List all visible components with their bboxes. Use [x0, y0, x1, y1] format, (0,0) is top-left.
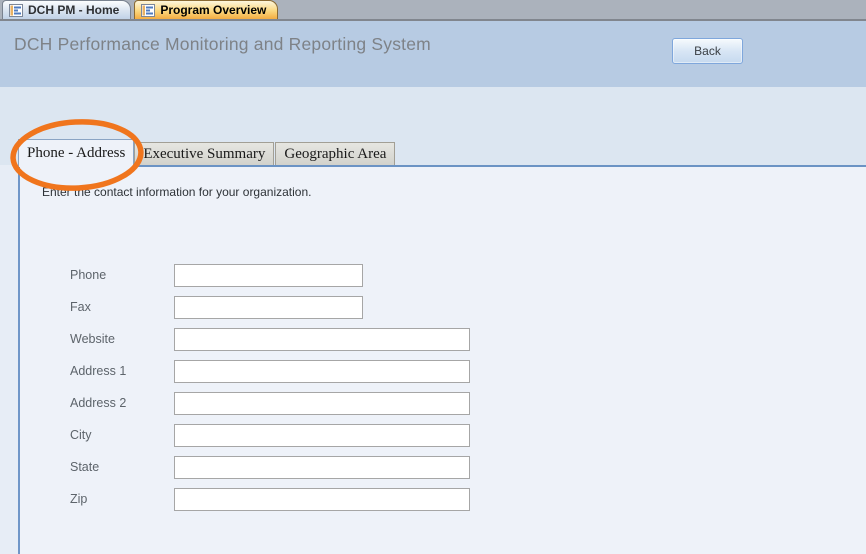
address2-label: Address 2 — [70, 392, 126, 415]
tab-strip-band: Phone - Address Executive Summary Geogra… — [0, 87, 866, 165]
website-input[interactable] — [174, 328, 470, 351]
doc-tab-program-overview[interactable]: Program Overview — [134, 0, 278, 19]
sub-tab-strip: Phone - Address Executive Summary Geogra… — [18, 139, 396, 167]
address1-input[interactable] — [174, 360, 470, 383]
back-button[interactable]: Back — [672, 38, 743, 64]
address1-label: Address 1 — [70, 360, 126, 383]
state-input[interactable] — [174, 456, 470, 479]
tab-executive-summary[interactable]: Executive Summary — [134, 142, 274, 165]
doc-tab-label: DCH PM - Home — [28, 3, 119, 17]
form-row-fax: Fax — [20, 296, 866, 319]
fax-label: Fax — [70, 296, 91, 319]
form-row-zip: Zip — [20, 488, 866, 511]
left-margin-strip — [0, 165, 18, 554]
city-input[interactable] — [174, 424, 470, 447]
form-row-address1: Address 1 — [20, 360, 866, 383]
access-window: DCH PM - Home Program Overview DCH Perfo… — [0, 0, 866, 554]
form-row-city: City — [20, 424, 866, 447]
zip-input[interactable] — [174, 488, 470, 511]
instruction-text: Enter the contact information for your o… — [42, 185, 311, 199]
fax-input[interactable] — [174, 296, 363, 319]
document-tab-bar: DCH PM - Home Program Overview — [0, 0, 866, 19]
city-label: City — [70, 424, 92, 447]
phone-input[interactable] — [174, 264, 363, 287]
tab-page-container: Enter the contact information for your o… — [0, 165, 866, 554]
tab-phone-address[interactable]: Phone - Address — [18, 139, 134, 167]
phone-address-page: Enter the contact information for your o… — [20, 165, 866, 554]
address2-input[interactable] — [174, 392, 470, 415]
form-row-phone: Phone — [20, 264, 866, 287]
phone-label: Phone — [70, 264, 106, 287]
zip-label: Zip — [70, 488, 87, 511]
form-row-website: Website — [20, 328, 866, 351]
doc-tab-dch-pm-home[interactable]: DCH PM - Home — [2, 0, 131, 19]
website-label: Website — [70, 328, 115, 351]
tab-geographic-area[interactable]: Geographic Area — [275, 142, 395, 165]
form-row-address2: Address 2 — [20, 392, 866, 415]
form-icon — [9, 4, 23, 17]
form-header: DCH Performance Monitoring and Reporting… — [0, 21, 866, 87]
state-label: State — [70, 456, 99, 479]
form-icon — [141, 4, 155, 17]
form-row-state: State — [20, 456, 866, 479]
doc-tab-label: Program Overview — [160, 3, 266, 17]
